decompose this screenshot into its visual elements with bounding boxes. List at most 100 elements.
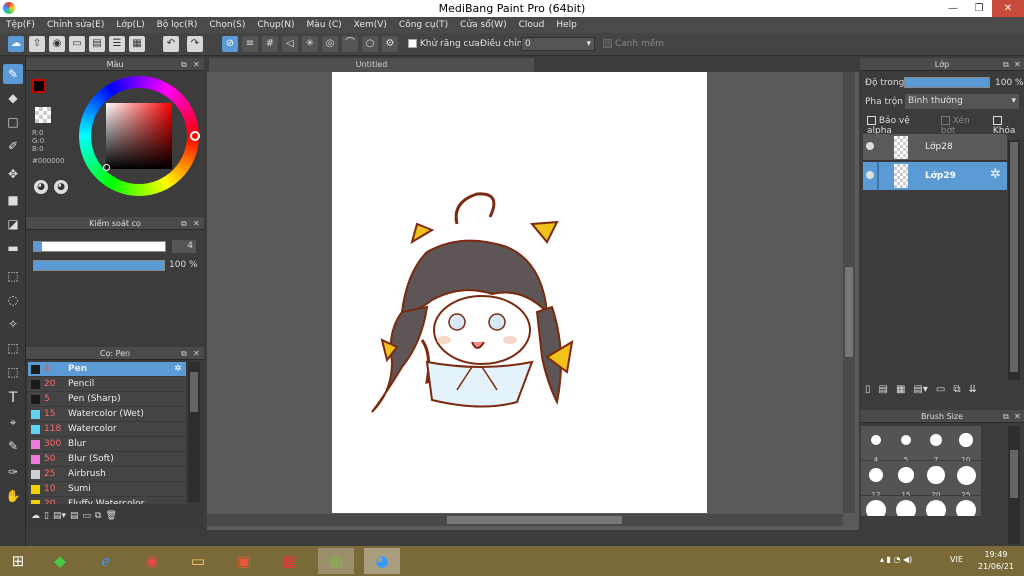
palette-icon[interactable]: ◕: [34, 180, 48, 194]
panel-close-icon[interactable]: ✕: [193, 58, 200, 71]
menu-edit[interactable]: Chỉnh sửa(E): [41, 17, 110, 33]
add-layer-menu-icon[interactable]: ▤▾: [913, 384, 927, 395]
protect-alpha-checkbox[interactable]: [867, 116, 876, 125]
panel-close-icon[interactable]: ✕: [193, 217, 200, 230]
clip-studio-icon[interactable]: ◎: [318, 548, 354, 574]
menu-file[interactable]: Tệp(F): [0, 17, 41, 33]
brush-size-scrollbar[interactable]: [1008, 426, 1020, 544]
saturation-value-square[interactable]: [106, 103, 172, 169]
brush-size-option[interactable]: 12: [861, 461, 891, 499]
gear-icon[interactable]: ✲: [990, 167, 1001, 182]
move-tool-icon[interactable]: ✥: [3, 164, 23, 184]
select-eraser-tool-icon[interactable]: ⬚: [3, 362, 23, 382]
document-icon[interactable]: ▤: [89, 36, 105, 52]
fill-rect-tool-icon[interactable]: ■: [3, 190, 23, 210]
brush-list-item[interactable]: 5 Pen (Sharp): [28, 392, 186, 407]
brush-size-value[interactable]: 4: [172, 240, 196, 253]
undock-icon[interactable]: ⧉: [181, 58, 187, 71]
undock-icon[interactable]: ⧉: [1003, 410, 1009, 423]
adjust-select[interactable]: 0 ▾: [521, 37, 595, 51]
bucket-tool-icon[interactable]: ◪: [3, 214, 23, 234]
brush-list-item[interactable]: 118 Watercolor: [28, 422, 186, 437]
palette-add-icon[interactable]: ◕: [54, 180, 68, 194]
circle-snap-icon[interactable]: ◎: [322, 36, 338, 52]
new-halftone-layer-icon[interactable]: ▤: [879, 384, 888, 395]
windows-start-icon[interactable]: ⊞: [0, 548, 36, 574]
clipping-checkbox[interactable]: [940, 116, 950, 125]
app-icon-grid[interactable]: ▦: [272, 548, 308, 574]
brush-size-option[interactable]: 20: [921, 461, 951, 499]
panel-close-icon[interactable]: ✕: [1014, 410, 1021, 423]
lock-checkbox[interactable]: [992, 116, 1002, 125]
internet-explorer-icon[interactable]: ℯ: [88, 548, 124, 574]
tray-icons[interactable]: ▴ ▮ ◔ ◀): [880, 555, 912, 564]
scrollbar-thumb[interactable]: [447, 516, 622, 524]
language-indicator[interactable]: VIE: [950, 555, 963, 564]
list-icon[interactable]: ☰: [109, 36, 125, 52]
gradient-tool-icon[interactable]: ▬: [3, 238, 23, 258]
cross-snap-icon[interactable]: #: [262, 36, 278, 52]
menu-window[interactable]: Cửa sổ(W): [454, 17, 512, 33]
brush-edit-icon[interactable]: ▤: [70, 511, 79, 527]
cloud-icon[interactable]: ☁: [8, 36, 24, 52]
drawing-canvas[interactable]: [332, 72, 707, 513]
pen-tool-icon[interactable]: ✎: [3, 64, 23, 84]
panel-close-icon[interactable]: ✕: [193, 347, 200, 360]
scrollbar-thumb[interactable]: [190, 372, 198, 412]
scrollbar-thumb[interactable]: [845, 267, 853, 357]
eye-icon[interactable]: [866, 142, 874, 150]
brush-duplicate-icon[interactable]: ⧉: [95, 511, 101, 527]
brush-size-option[interactable]: 30: [861, 496, 891, 516]
text-tool-icon[interactable]: T: [3, 388, 23, 408]
panel-close-icon[interactable]: ✕: [1014, 58, 1021, 71]
foreground-color-swatch[interactable]: [32, 79, 46, 93]
brush-size-option[interactable]: 70: [951, 496, 981, 516]
scrollbar-thumb[interactable]: [1010, 142, 1018, 372]
settings-icon[interactable]: ⚙: [382, 36, 398, 52]
brush-new-icon[interactable]: ▯: [44, 511, 49, 527]
parallel-snap-icon[interactable]: ≡: [242, 36, 258, 52]
brush-list-item[interactable]: 15 Watercolor (Wet): [28, 407, 186, 422]
brush-list-item[interactable]: 50 Blur (Soft): [28, 452, 186, 467]
eyedropper-tool-icon[interactable]: ✑: [3, 462, 23, 482]
menu-select[interactable]: Chọn(S): [203, 17, 251, 33]
rectangle-tool-icon[interactable]: □: [3, 112, 23, 132]
hue-handle[interactable]: [190, 131, 200, 141]
snap-off-icon[interactable]: ⊘: [222, 36, 238, 52]
minimize-button[interactable]: —: [940, 0, 966, 17]
radial-snap-icon[interactable]: ✳: [302, 36, 318, 52]
menu-view[interactable]: Xem(V): [348, 17, 393, 33]
brush-list-item[interactable]: 300 Blur: [28, 437, 186, 452]
brush-add-icon[interactable]: ▤▾: [53, 511, 66, 527]
lasso-tool-icon[interactable]: ◌: [3, 290, 23, 310]
duplicate-layer-icon[interactable]: ⧉: [953, 384, 960, 395]
file-explorer-icon[interactable]: ▭: [180, 548, 216, 574]
brush-list-item[interactable]: 25 Airbrush: [28, 467, 186, 482]
undo-icon[interactable]: ↶: [163, 36, 179, 52]
comment-icon[interactable]: ◉: [49, 36, 65, 52]
brush-list-scrollbar[interactable]: [188, 362, 200, 502]
layer-scrollbar[interactable]: [1008, 140, 1020, 380]
undock-icon[interactable]: ⧉: [181, 347, 187, 360]
operation-tool-icon[interactable]: ⌖: [3, 412, 23, 432]
brush-size-option[interactable]: 15: [891, 461, 921, 499]
redo-icon[interactable]: ↷: [187, 36, 203, 52]
ellipse-snap-icon[interactable]: ○: [362, 36, 378, 52]
antialias-checkbox[interactable]: [408, 39, 417, 48]
brush-delete-icon[interactable]: 🗑: [105, 511, 116, 527]
layer-opacity-slider[interactable]: [904, 77, 990, 88]
select-tool-icon[interactable]: ⬚: [3, 266, 23, 286]
gear-icon[interactable]: ✲: [174, 362, 182, 377]
canvas-horizontal-scrollbar[interactable]: [207, 514, 843, 526]
brush-size-option[interactable]: 7: [921, 426, 951, 464]
merge-layer-icon[interactable]: ⇊: [968, 384, 976, 395]
brush-list-item[interactable]: 20 Pencil: [28, 377, 186, 392]
brush-size-slider[interactable]: [33, 241, 166, 252]
undock-icon[interactable]: ⧉: [181, 217, 187, 230]
brush-size-option[interactable]: 10: [951, 426, 981, 464]
menu-color[interactable]: Màu (C): [301, 17, 348, 33]
brush-list-item[interactable]: 20 Fluffy Watercolor: [28, 497, 186, 505]
brush-size-option[interactable]: 4: [861, 426, 891, 464]
bluestacks-icon[interactable]: ◆: [42, 548, 78, 574]
guide-checkbox[interactable]: [603, 39, 612, 48]
